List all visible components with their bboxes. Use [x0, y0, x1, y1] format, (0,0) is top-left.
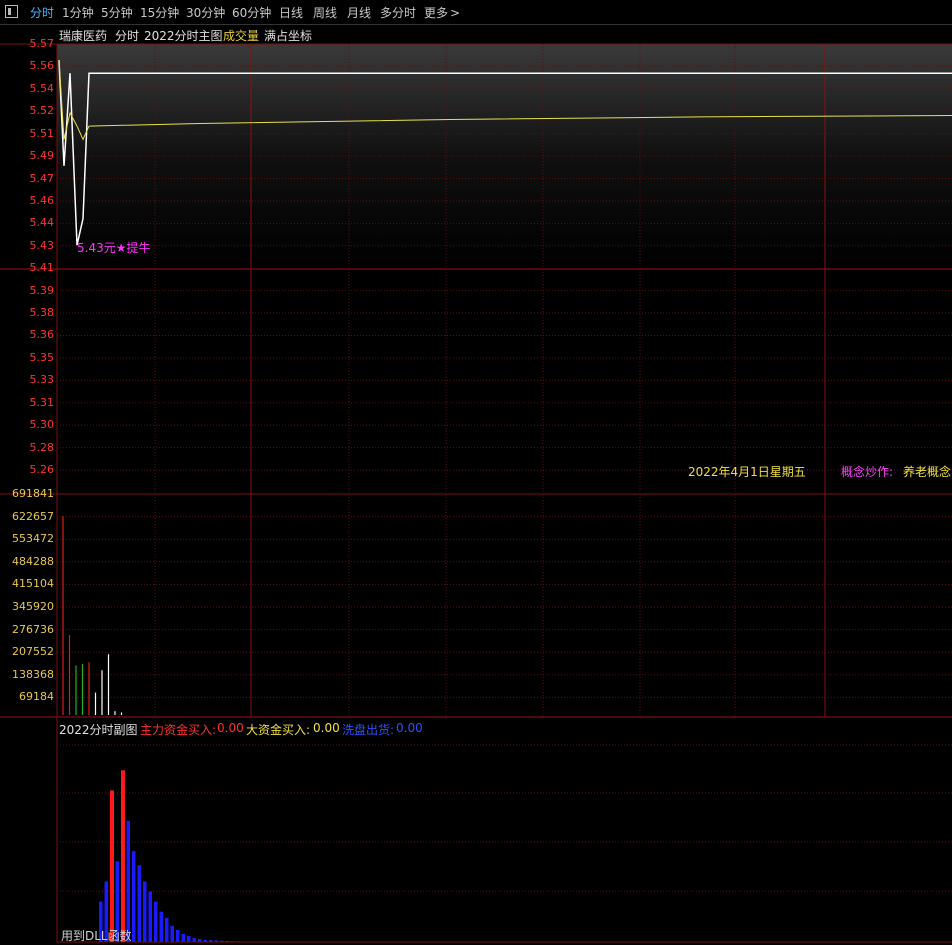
price-tick-label: 5.43 [29, 238, 55, 252]
price-tick-label: 5.38 [29, 306, 55, 320]
price-tick-label: 5.33 [29, 373, 55, 387]
concept-label: 概念炒作: [841, 465, 894, 479]
footer-note: 用到DLL函数 [61, 929, 132, 943]
fund-flow-bar [159, 911, 163, 942]
volume-tick-label: 69184 [19, 690, 54, 704]
big-fund-label: 大资金买入: [246, 723, 311, 737]
fund-flow-bar [170, 925, 174, 942]
volume-tick-label: 622657 [12, 509, 54, 523]
fund-flow-bar [137, 865, 141, 942]
wash-label: 洗盘出货: [342, 723, 395, 737]
fund-flow-bar [203, 940, 207, 942]
volume-tick-label: 484288 [12, 554, 54, 568]
price-tick-label: 5.57 [29, 37, 55, 50]
scale-label: 满占坐标 [264, 29, 313, 43]
fund-flow-bar [220, 940, 224, 942]
fund-flow-bar [132, 851, 136, 942]
price-tick-label: 5.41 [29, 261, 55, 275]
fund-flow-bar [165, 917, 169, 942]
fund-flow-bar [126, 820, 130, 942]
price-tick-label: 5.30 [29, 418, 55, 432]
concept-value: 养老概念 [903, 465, 952, 479]
fund-flow-bar [154, 901, 158, 942]
fund-flow-bar [225, 941, 229, 942]
stock-name: 瑞康医药 [59, 29, 108, 43]
chart-canvas[interactable] [0, 0, 952, 945]
fund-flow-bar [148, 891, 152, 942]
fund-flow-bar [143, 881, 147, 942]
fund-flow-bar [198, 939, 202, 942]
fund-flow-bar [176, 929, 180, 942]
price-tick-label: 5.36 [29, 328, 55, 342]
main-indicator-name[interactable]: 2022分时主图 [144, 27, 223, 44]
price-tick-label: 5.47 [29, 171, 55, 185]
price-tick-label: 5.54 [29, 81, 55, 95]
fund-flow-bar [121, 770, 125, 942]
volume-tick-label: 415104 [12, 577, 54, 591]
volume-label: 成交量 [223, 29, 260, 43]
sub-indicator-name[interactable]: 2022分时副图 [59, 721, 138, 738]
price-tick-label: 5.26 [29, 463, 55, 476]
volume-tick-label: 138368 [12, 667, 54, 681]
volume-tick-label: 345920 [12, 600, 54, 613]
price-tick-label: 5.44 [29, 216, 55, 230]
volume-tick-label: 553472 [12, 532, 54, 546]
fund-flow-bar [209, 940, 213, 942]
price-tick-label: 5.31 [29, 395, 55, 409]
chart-mode: 分时 [115, 29, 140, 43]
price-tick-label: 5.51 [29, 126, 55, 140]
price-tick-label: 5.49 [29, 149, 55, 163]
big-fund-value: 0.00 [313, 721, 340, 735]
fund-flow-bar [187, 935, 191, 942]
price-tick-label: 5.52 [29, 104, 55, 118]
date-text: 2022年4月1日星期五 [688, 465, 806, 479]
fund-flow-bar [192, 938, 196, 942]
main-fund-label: 主力资金买入: [140, 723, 217, 737]
price-tick-label: 5.28 [29, 440, 55, 454]
price-tick-label: 5.39 [29, 283, 55, 297]
low-price-annotation: 5.43元★提牛 [77, 241, 151, 255]
price-tick-label: 5.56 [29, 59, 55, 73]
price-tick-label: 5.35 [29, 350, 55, 364]
fund-flow-bar [110, 790, 114, 942]
volume-tick-label: 276736 [12, 622, 54, 636]
fund-flow-bar [214, 940, 218, 942]
volume-tick-label: 207552 [12, 645, 54, 659]
fund-flow-bar [236, 941, 240, 942]
fund-flow-bar [231, 941, 235, 942]
wash-value: 0.00 [396, 721, 423, 735]
fund-flow-bar [181, 933, 185, 942]
price-tick-label: 5.46 [29, 193, 55, 207]
volume-tick-label: 691841 [12, 487, 54, 500]
main-fund-value: 0.00 [217, 721, 244, 735]
